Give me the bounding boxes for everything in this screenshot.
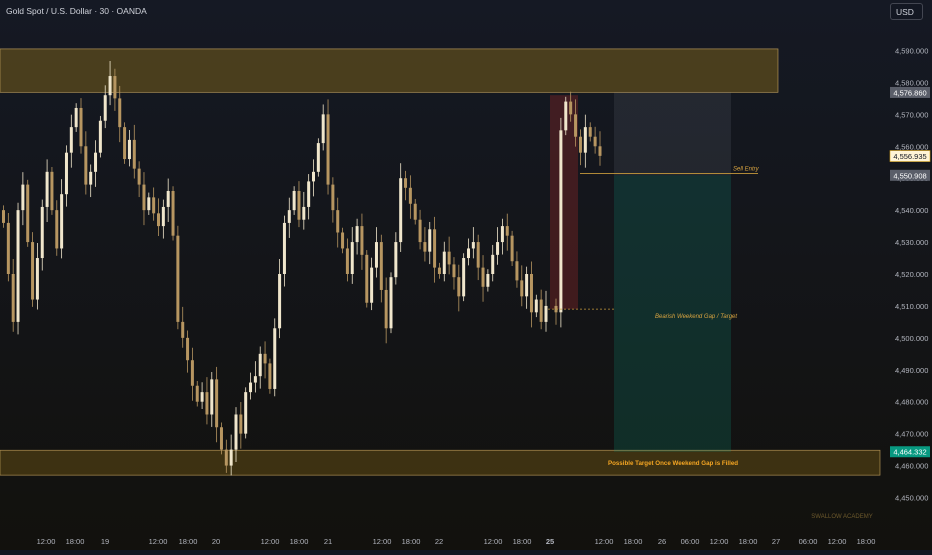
x-tick-label: 12:00 bbox=[828, 537, 847, 546]
y-tick-label: 4,460.000 bbox=[895, 462, 928, 471]
y-tick-label: 4,540.000 bbox=[895, 206, 928, 215]
x-tick-label: 12:00 bbox=[484, 537, 503, 546]
symbol-title: Gold Spot / U.S. Dollar · 30 · OANDA bbox=[6, 6, 147, 16]
x-tick-label: 22 bbox=[435, 537, 443, 546]
candle bbox=[268, 358, 272, 394]
x-tick-label: 12:00 bbox=[710, 537, 729, 546]
candle bbox=[171, 186, 175, 241]
x-tick-label: 18:00 bbox=[402, 537, 421, 546]
x-tick-label: 06:00 bbox=[799, 537, 818, 546]
x-tick-label: 25 bbox=[546, 537, 554, 546]
x-tick-label: 26 bbox=[658, 537, 666, 546]
y-tick-label: 4,580.000 bbox=[895, 78, 928, 87]
y-tick-label: 4,500.000 bbox=[895, 334, 928, 343]
candle bbox=[564, 96, 568, 136]
x-tick-label: 12:00 bbox=[373, 537, 392, 546]
candle bbox=[6, 213, 10, 282]
y-tick-label: 4,490.000 bbox=[895, 366, 928, 375]
x-tick-label: 12:00 bbox=[149, 537, 168, 546]
candle bbox=[389, 272, 393, 334]
y-tick-label: 4,480.000 bbox=[895, 398, 928, 407]
candle bbox=[244, 387, 248, 439]
chart-stage: Possible Target Once Weekend Gap is Fill… bbox=[0, 0, 932, 550]
candle bbox=[16, 202, 20, 335]
price-label-grey: 4,550.908 bbox=[890, 169, 930, 181]
candle bbox=[273, 318, 277, 397]
price-label-grey: 4,576.860 bbox=[890, 86, 930, 98]
y-tick-label: 4,530.000 bbox=[895, 238, 928, 247]
x-tick-label: 19 bbox=[101, 537, 109, 546]
x-tick-label: 12:00 bbox=[595, 537, 614, 546]
svg-text:4,550.908: 4,550.908 bbox=[893, 171, 926, 180]
x-tick-label: 18:00 bbox=[739, 537, 758, 546]
watermark: SWALLOW ACADEMY bbox=[811, 514, 872, 520]
x-tick-label: 18:00 bbox=[513, 537, 532, 546]
candle bbox=[462, 253, 466, 302]
sell-entry-label: Sell Entry bbox=[733, 166, 760, 172]
x-tick-label: 18:00 bbox=[857, 537, 876, 546]
candle bbox=[50, 167, 54, 215]
candle bbox=[176, 225, 180, 330]
x-tick-label: 18:00 bbox=[66, 537, 85, 546]
price-label-current: 4,556.935 bbox=[889, 150, 931, 162]
price-label-green: 4,464.332 bbox=[890, 446, 930, 458]
x-tick-label: 27 bbox=[772, 537, 780, 546]
y-tick-label: 4,470.000 bbox=[895, 430, 928, 439]
support-zone-label: Possible Target Once Weekend Gap is Fill… bbox=[608, 460, 738, 467]
candle bbox=[365, 250, 369, 308]
x-tick-label: 12:00 bbox=[261, 537, 280, 546]
candle bbox=[123, 122, 127, 164]
y-tick-label: 4,450.000 bbox=[895, 494, 928, 503]
y-tick-label: 4,590.000 bbox=[895, 47, 928, 56]
x-tick-label: 06:00 bbox=[681, 537, 700, 546]
y-tick-label: 4,520.000 bbox=[895, 270, 928, 279]
x-tick-label: 21 bbox=[324, 537, 332, 546]
candlestick-chart[interactable]: Possible Target Once Weekend Gap is Fill… bbox=[0, 0, 932, 550]
weekend-gap-target-label: Bearish Weekend Gap / Target bbox=[655, 314, 737, 320]
candle bbox=[31, 232, 35, 307]
stop-loss-area bbox=[614, 92, 731, 176]
y-tick-label: 4,510.000 bbox=[895, 302, 928, 311]
candle bbox=[316, 138, 320, 177]
candle bbox=[26, 179, 30, 247]
svg-text:4,556.935: 4,556.935 bbox=[893, 152, 926, 161]
y-tick-label: 4,570.000 bbox=[895, 110, 928, 119]
svg-text:4,576.860: 4,576.860 bbox=[893, 88, 926, 97]
support-zone bbox=[0, 449, 881, 476]
x-tick-label: 20 bbox=[212, 537, 220, 546]
x-tick-label: 18:00 bbox=[624, 537, 643, 546]
svg-text:4,464.332: 4,464.332 bbox=[893, 448, 926, 457]
weekend-gap-box bbox=[550, 95, 578, 310]
x-tick-label: 12:00 bbox=[37, 537, 56, 546]
currency-button[interactable]: USD bbox=[890, 3, 923, 20]
x-tick-label: 18:00 bbox=[179, 537, 198, 546]
resistance-zone bbox=[0, 48, 779, 93]
y-tick-label: 4,560.000 bbox=[895, 142, 928, 151]
candle bbox=[98, 115, 102, 158]
candle bbox=[559, 117, 563, 328]
candle bbox=[510, 230, 514, 267]
x-tick-label: 18:00 bbox=[290, 537, 309, 546]
candle bbox=[219, 422, 223, 455]
